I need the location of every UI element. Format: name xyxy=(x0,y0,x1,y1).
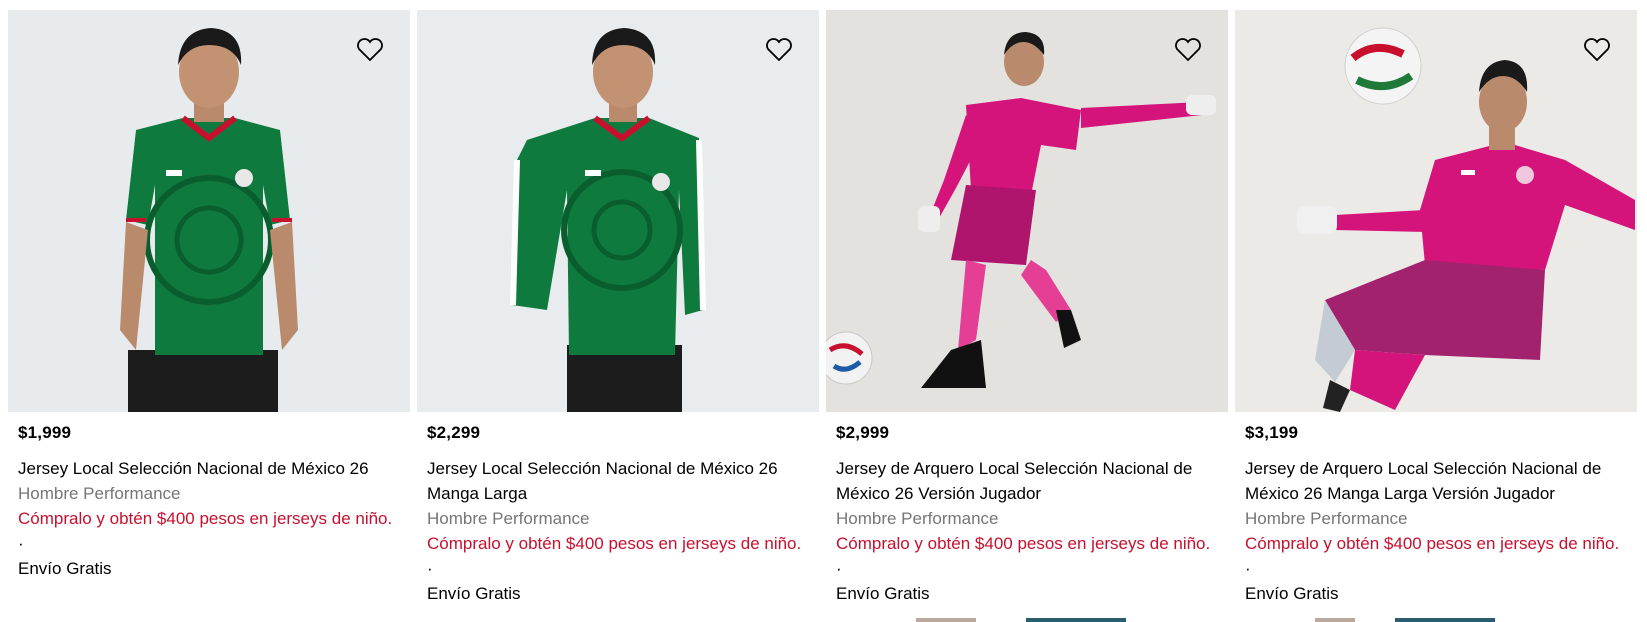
product-card[interactable]: $2,999 Jersey de Arquero Local Selección… xyxy=(826,10,1228,622)
wishlist-button[interactable] xyxy=(1172,34,1204,66)
promo-separator: · xyxy=(836,559,842,578)
promo-text: Cómpralo y obtén $400 pesos en jerseys d… xyxy=(427,534,802,553)
product-name[interactable]: Jersey de Arquero Local Selección Nacion… xyxy=(836,456,1218,506)
product-price: $2,299 xyxy=(427,423,481,442)
product-shipping: Envío Gratis xyxy=(1245,584,1339,603)
promo-text: Cómpralo y obtén $400 pesos en jerseys d… xyxy=(1245,534,1620,553)
promo-separator: · xyxy=(18,534,24,553)
next-row-image-edge xyxy=(916,618,976,622)
heart-outline-icon xyxy=(766,38,792,62)
product-price: $1,999 xyxy=(18,423,72,442)
next-row-image-edge xyxy=(1026,618,1126,622)
product-promo: Cómpralo y obtén $400 pesos en jerseys d… xyxy=(427,531,809,581)
heart-outline-icon xyxy=(357,38,383,62)
product-image[interactable] xyxy=(8,10,410,412)
heart-outline-icon xyxy=(1175,38,1201,62)
product-promo: Cómpralo y obtén $400 pesos en jerseys d… xyxy=(1245,531,1627,581)
product-photo-green-longsleeve xyxy=(417,10,819,412)
product-price: $3,199 xyxy=(1245,423,1299,442)
product-price: $2,999 xyxy=(836,423,890,442)
promo-text: Cómpralo y obtén $400 pesos en jerseys d… xyxy=(18,509,393,528)
wishlist-button[interactable] xyxy=(354,34,386,66)
product-category: Hombre Performance xyxy=(836,509,999,528)
product-info: $2,999 Jersey de Arquero Local Selección… xyxy=(826,412,1228,606)
product-info: $2,299 Jersey Local Selección Nacional d… xyxy=(417,412,819,606)
product-photo-pink-keeper-longsleeve xyxy=(1235,10,1637,412)
product-photo-green-jersey xyxy=(8,10,410,412)
product-category: Hombre Performance xyxy=(427,509,590,528)
product-photo-pink-keeper xyxy=(826,10,1228,412)
product-name[interactable]: Jersey Local Selección Nacional de Méxic… xyxy=(427,456,809,506)
wishlist-button[interactable] xyxy=(1581,34,1613,66)
heart-outline-icon xyxy=(1584,38,1610,62)
next-row-image-edge xyxy=(1395,618,1495,622)
product-shipping: Envío Gratis xyxy=(18,559,112,578)
promo-text: Cómpralo y obtén $400 pesos en jerseys d… xyxy=(836,534,1211,553)
promo-separator: · xyxy=(1245,559,1251,578)
product-info: $1,999 Jersey Local Selección Nacional d… xyxy=(8,412,410,581)
wishlist-button[interactable] xyxy=(763,34,795,66)
product-image[interactable] xyxy=(1235,10,1637,412)
product-name[interactable]: Jersey de Arquero Local Selección Nacion… xyxy=(1245,456,1627,506)
product-image[interactable] xyxy=(417,10,819,412)
product-promo: Cómpralo y obtén $400 pesos en jerseys d… xyxy=(836,531,1218,581)
product-shipping: Envío Gratis xyxy=(836,584,930,603)
product-card[interactable]: $3,199 Jersey de Arquero Local Selección… xyxy=(1235,10,1637,622)
next-row-image-edge xyxy=(1315,618,1355,622)
promo-separator: · xyxy=(427,559,433,578)
product-category: Hombre Performance xyxy=(1245,509,1408,528)
product-image[interactable] xyxy=(826,10,1228,412)
product-promo: Cómpralo y obtén $400 pesos en jerseys d… xyxy=(18,506,400,556)
product-category: Hombre Performance xyxy=(18,484,181,503)
product-shipping: Envío Gratis xyxy=(427,584,521,603)
product-grid: $1,999 Jersey Local Selección Nacional d… xyxy=(0,0,1647,622)
product-info: $3,199 Jersey de Arquero Local Selección… xyxy=(1235,412,1637,606)
product-card[interactable]: $1,999 Jersey Local Selección Nacional d… xyxy=(8,10,410,622)
product-card[interactable]: $2,299 Jersey Local Selección Nacional d… xyxy=(417,10,819,622)
product-name[interactable]: Jersey Local Selección Nacional de Méxic… xyxy=(18,456,400,481)
